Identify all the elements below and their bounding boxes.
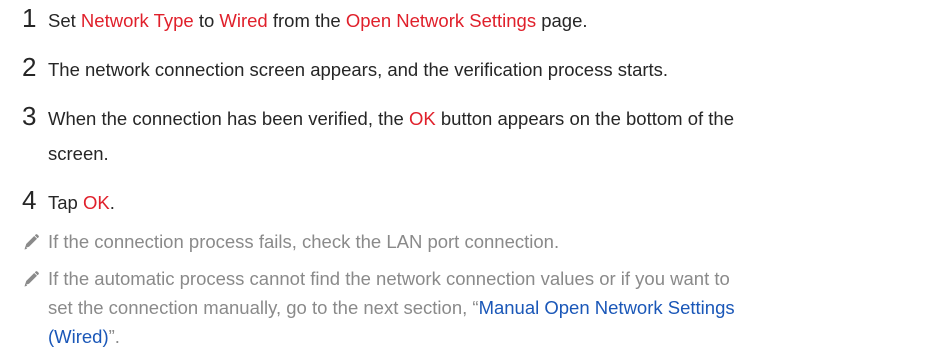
pencil-icon [24, 234, 39, 250]
text-run: ”. [108, 326, 120, 347]
step-text: Tap OK. [48, 185, 908, 220]
note-text: If the connection process fails, check t… [48, 231, 560, 252]
text-run: If the automatic process cannot find the… [48, 268, 730, 289]
text-run: . [109, 192, 115, 213]
text-run: screen. [48, 143, 109, 164]
text-run: page. [536, 10, 588, 31]
step-text: The network connection screen appears, a… [48, 59, 669, 80]
step-text: Set Network Type to Wired from the Open … [48, 3, 908, 38]
text-run: from the [267, 10, 346, 31]
step-number: 4 [22, 185, 37, 215]
section-link-manual-open-network-settings[interactable]: Manual Open Network Settings [479, 297, 735, 318]
menu-term-network-type: Network Type [80, 10, 194, 31]
text-run: When the connection has been verified, t… [48, 108, 409, 129]
step-number: 3 [22, 101, 37, 131]
pencil-icon [24, 271, 39, 287]
step-text: When the connection has been verified, t… [48, 101, 908, 171]
step-number: 1 [22, 3, 37, 33]
menu-term-open-network-settings: Open Network Settings [345, 10, 537, 31]
menu-term-ok: OK [409, 108, 436, 129]
text-run: Set [48, 10, 81, 31]
instruction-document: 1 Set Network Type to Wired from the Ope… [0, 0, 943, 361]
text-run: button appears on the bottom of the [435, 108, 735, 129]
text-run: set the connection manually, go to the n… [48, 297, 479, 318]
note-text: If the automatic process cannot find the… [48, 264, 908, 351]
text-run: Tap [48, 192, 83, 213]
menu-term-wired: Wired [219, 10, 268, 31]
text-run: to [193, 10, 220, 31]
step-number: 2 [22, 52, 37, 82]
section-link-wired[interactable]: (Wired) [48, 326, 109, 347]
menu-term-ok: OK [82, 192, 110, 213]
